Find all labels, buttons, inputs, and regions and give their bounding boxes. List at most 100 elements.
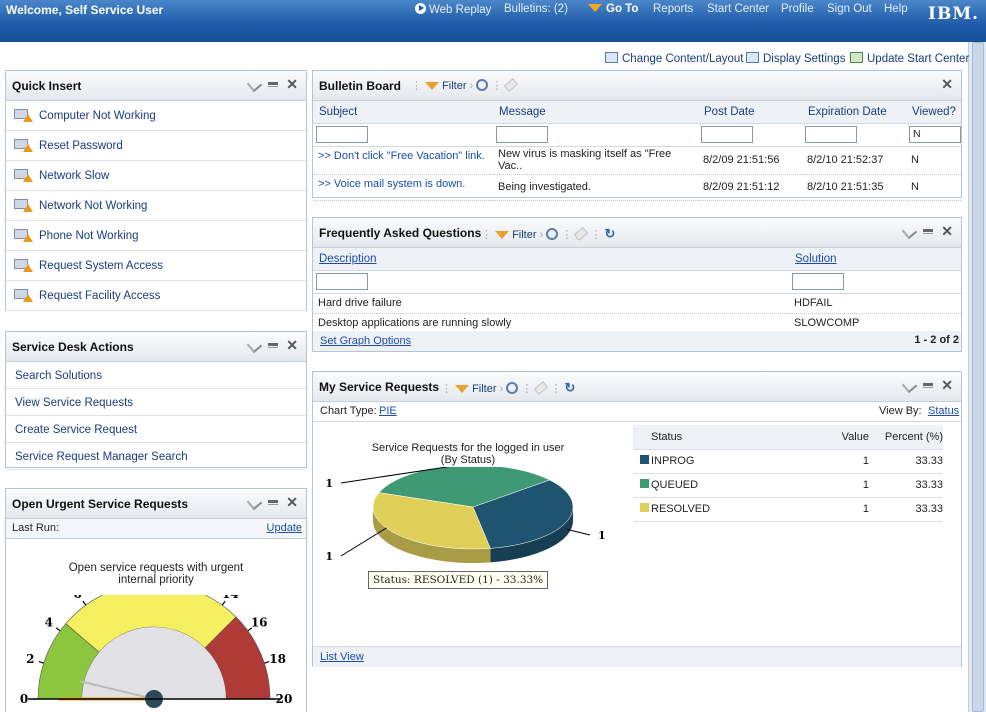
search-icon[interactable] [506, 382, 519, 394]
quick-insert-label[interactable]: Phone Not Working [39, 230, 139, 242]
close-icon[interactable]: ✕ [941, 378, 953, 392]
faq-title: Frequently Asked Questions [319, 226, 482, 240]
table-row[interactable]: >> Don't click "Free Vacation" link. New … [313, 146, 961, 175]
service-desk-action-label[interactable]: Service Request Manager Search [15, 451, 188, 463]
minimize-icon[interactable] [268, 342, 279, 348]
my-sr-footer: List View [313, 646, 961, 667]
legend-status: INPROG [651, 449, 801, 474]
edit-icon[interactable] [902, 377, 918, 393]
quick-insert-list: Computer Not Working Reset Password Networ… [6, 101, 306, 311]
faq-filter-button[interactable]: ⋮ Filter › ⋮ ⋮ ↻ [481, 226, 615, 242]
quick-insert-item[interactable]: Network Not Working [6, 191, 306, 221]
refresh-icon[interactable]: ↻ [565, 380, 576, 395]
go-to-menu[interactable]: Go To [588, 3, 638, 15]
bulletin-col-header[interactable]: Expiration Date [802, 101, 906, 124]
help-link[interactable]: Help [884, 3, 908, 15]
description-filter-input[interactable] [316, 273, 368, 290]
search-icon[interactable] [476, 79, 489, 91]
service-desk-action-item[interactable]: Service Request Manager Search [6, 443, 306, 470]
legend-percent: 33.33 [873, 449, 943, 474]
service-desk-action-item[interactable]: Create Service Request [6, 416, 306, 443]
quick-insert-item[interactable]: Phone Not Working [6, 221, 306, 251]
edit-icon[interactable] [247, 494, 263, 510]
post-date-filter-input[interactable] [701, 126, 753, 143]
bulletin-col-header[interactable]: Post Date [698, 101, 802, 124]
bulletin-col-header[interactable]: Subject [313, 101, 493, 124]
close-icon[interactable]: ✕ [286, 77, 298, 91]
bulletin-filter-button[interactable]: ⋮ Filter › ⋮ [411, 78, 519, 92]
quick-insert-item[interactable]: Request System Access [6, 251, 306, 281]
service-desk-action-label[interactable]: Create Service Request [15, 424, 137, 436]
sign-out-link[interactable]: Sign Out [827, 3, 872, 15]
filter-icon [425, 82, 440, 90]
urgent-requests-header: Open Urgent Service Requests ✕ [6, 489, 306, 519]
quick-insert-item[interactable]: Request Facility Access [6, 281, 306, 311]
update-start-center-link[interactable]: Update Start Center [850, 52, 969, 65]
edit-icon[interactable] [247, 337, 263, 353]
scrollbar-thumb[interactable] [972, 42, 984, 712]
quick-insert-label[interactable]: Reset Password [39, 140, 123, 152]
bulletin-subject-link[interactable]: >> Voice mail system is down. [313, 174, 493, 201]
quick-insert-label[interactable]: Computer Not Working [39, 110, 156, 122]
change-content-link[interactable]: Change Content/Layout [605, 52, 743, 65]
chart-type-link[interactable]: PIE [379, 405, 397, 417]
expiration-date-filter-input[interactable] [805, 126, 857, 143]
quick-insert-label[interactable]: Network Not Working [39, 200, 147, 212]
faq-header-row: Description Solution [313, 248, 961, 271]
close-icon[interactable]: ✕ [286, 338, 298, 352]
list-view-link[interactable]: List View [320, 651, 364, 663]
filter-icon [455, 385, 470, 393]
pie-tooltip: Status: RESOLVED (1) - 33.33% [368, 571, 549, 589]
faq-col-solution[interactable]: Solution [795, 253, 837, 265]
bulletin-col-header[interactable]: Message [493, 101, 698, 124]
update-link[interactable]: Update [267, 522, 302, 534]
faq-col-description[interactable]: Description [319, 253, 377, 265]
quick-insert-icon [14, 229, 33, 243]
clear-filter-icon[interactable] [504, 78, 519, 92]
bulletin-message: Being investigated. [493, 174, 698, 201]
table-row[interactable]: >> Voice mail system is down. Being inves… [313, 174, 961, 201]
table-row[interactable]: Hard drive failure HDFAIL [313, 293, 961, 314]
service-desk-action-item[interactable]: Search Solutions [6, 362, 306, 389]
subject-filter-input[interactable] [316, 126, 368, 143]
display-settings-link[interactable]: Display Settings [746, 52, 845, 65]
refresh-icon[interactable]: ↻ [605, 226, 616, 241]
web-replay-link[interactable]: Web Replay [415, 3, 491, 16]
profile-link[interactable]: Profile [781, 3, 814, 15]
message-filter-input[interactable] [496, 126, 548, 143]
go-to-label: Go To [606, 3, 639, 15]
set-graph-options-link[interactable]: Set Graph Options [320, 335, 411, 347]
quick-insert-label[interactable]: Network Slow [39, 170, 109, 182]
edit-icon[interactable] [902, 223, 918, 239]
quick-insert-label[interactable]: Request Facility Access [39, 290, 160, 302]
quick-insert-title: Quick Insert [12, 79, 82, 93]
close-icon[interactable]: ✕ [941, 224, 953, 238]
solution-filter-input[interactable] [792, 273, 844, 290]
search-icon[interactable] [546, 228, 559, 240]
close-icon[interactable]: ✕ [941, 77, 953, 91]
edit-icon[interactable] [247, 76, 263, 92]
bulletin-col-header[interactable]: Viewed? [906, 101, 961, 124]
minimize-icon[interactable] [268, 81, 279, 87]
viewed-filter-input[interactable]: N [909, 126, 961, 143]
bulletins-link[interactable]: Bulletins: (2) [504, 3, 568, 15]
service-desk-action-item[interactable]: View Service Requests [6, 389, 306, 416]
bulletin-subject-link[interactable]: >> Don't click "Free Vacation" link. [313, 146, 493, 175]
page-scrollbar[interactable] [968, 42, 986, 712]
view-by-link[interactable]: Status [928, 405, 959, 417]
quick-insert-item[interactable]: Reset Password [6, 131, 306, 161]
my-sr-filter-button[interactable]: ⋮ Filter › ⋮ ⋮ ↻ [441, 380, 575, 396]
quick-insert-item[interactable]: Network Slow [6, 161, 306, 191]
minimize-icon[interactable] [923, 228, 934, 234]
quick-insert-label[interactable]: Request System Access [39, 260, 163, 272]
service-desk-action-label[interactable]: Search Solutions [15, 370, 102, 382]
bulletin-filter-row: N [313, 123, 961, 147]
quick-insert-item[interactable]: Computer Not Working [6, 101, 306, 131]
start-center-link[interactable]: Start Center [707, 3, 769, 15]
reports-link[interactable]: Reports [653, 3, 693, 15]
service-desk-action-label[interactable]: View Service Requests [15, 397, 133, 409]
minimize-icon[interactable] [268, 499, 279, 505]
table-row[interactable]: Desktop applications are running slowly S… [313, 313, 961, 334]
minimize-icon[interactable] [923, 382, 934, 388]
close-icon[interactable]: ✕ [286, 495, 298, 509]
